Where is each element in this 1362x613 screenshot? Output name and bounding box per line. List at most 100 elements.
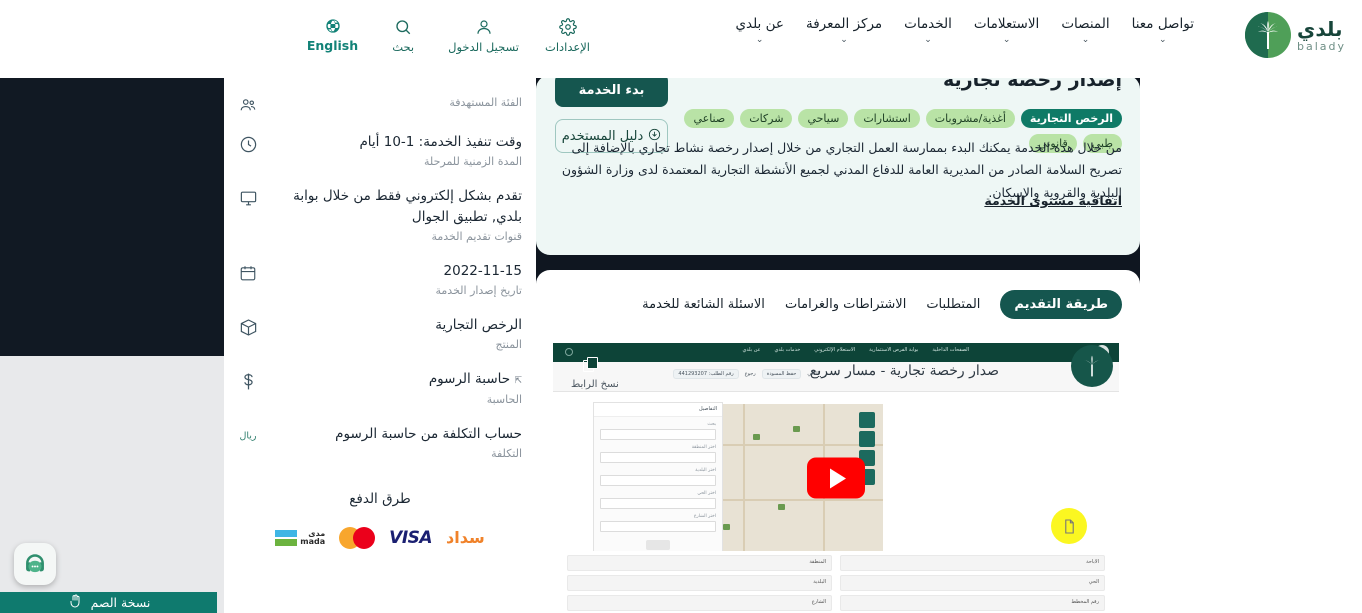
footer-field: رقم المخطط [840,595,1105,611]
field-label: اختر الشارع [693,514,716,519]
riyal-icon: ريال [234,424,262,443]
background-dark-left [0,78,224,356]
nav-item-contact[interactable]: تواصل معنا ⌄ [1132,16,1194,45]
service-summary-card: إصدار رخصة تجارية بدء الخدمة دليل المستخ… [536,75,1140,255]
settings-label: الإعدادات [545,40,590,54]
nav-item-platforms[interactable]: المنصات ⌄ [1061,16,1109,45]
sidebar-row-issue-date: 2022-11-15 تاريخ إصدار الخدمة [224,252,536,306]
deaf-version-label: نسخة الصم [90,595,151,610]
video-screenshot-topbar: الصفحات الداخلية بوابة الفرص الاستثمارية… [553,343,1119,362]
start-service-button[interactable]: بدء الخدمة [555,75,668,107]
headset-icon [26,554,44,573]
sla-agreement-link[interactable]: اتفاقية مستوى الخدمة [984,193,1122,208]
monitor-icon [234,186,262,208]
sign-language-icon [67,593,83,613]
play-video-button[interactable] [807,457,865,499]
balady-logo[interactable]: بلدي balady [1244,12,1346,58]
payment-methods-list: سداد VISA مدى mada [224,526,536,549]
mastercard-red-circle [353,526,376,549]
sidebar-value: حساب التكلفة من حاسبة الرسوم [335,425,522,442]
visa-logo-icon: VISA [389,527,432,549]
login-button[interactable]: تسجيل الدخول [448,18,519,54]
sidebar-value: الرخص التجارية [435,317,522,333]
sidebar-text: وقت تنفيذ الخدمة: 1-10 أيام المدة الزمني… [272,132,522,168]
palm-tree-logo-icon [1244,12,1291,58]
video-title: صدار رخصة تجارية - مسار سريع [809,363,999,379]
nav-item-about[interactable]: عن بلدي ⌄ [735,16,784,45]
globe-icon [325,18,341,34]
video-save-draft-label: حفظ المسودة [761,369,802,379]
sidebar-label: المنتج [495,338,522,352]
tag-consulting[interactable]: استشارات [854,109,920,128]
sidebar-value: وقت تنفيذ الخدمة: 1-10 أيام [359,134,522,150]
chevron-down-icon: ⌄ [840,35,848,45]
sidebar-value: حاسبة الرسوم [428,371,511,388]
calendar-icon [234,261,262,282]
chevron-down-icon: ⌄ [1002,35,1011,45]
visa-text: VISA [389,527,433,548]
mada-text-en: mada [300,536,326,546]
sidebar-row-calculator[interactable]: ⇱ حاسبة الرسوم الحاسبة [224,360,536,414]
mastercard-circles [339,526,376,549]
region-select [600,452,716,463]
sidebar-label: الفئة المستهدفة [449,96,522,109]
tab-conditions-fines[interactable]: الاشتراطات والغرامات [785,297,906,312]
nav-item-services[interactable]: الخدمات ⌄ [904,16,952,45]
language-switch-button[interactable]: English [307,18,358,53]
map-pin [723,524,730,530]
sidebar-text: حساب التكلفة من حاسبة الرسوم التكلفة [272,424,522,460]
footer-field: الشارع [567,595,832,611]
video-nav-item: الاستعلام الإلكتروني [814,347,856,353]
sidebar-row-duration: وقت تنفيذ الخدمة: 1-10 أيام المدة الزمني… [224,123,536,177]
accessibility-assistant-button[interactable] [14,543,56,585]
login-label: تسجيل الدخول [448,40,519,54]
map-road [743,404,745,564]
video-gear-icon [565,348,573,356]
tutorial-video-thumbnail[interactable]: الصفحات الداخلية بوابة الفرص الاستثمارية… [553,343,1119,613]
video-wizard-toolbar: التالي حفظ المسودة رجوع رقم الطلب: 44129… [673,369,819,379]
user-icon [475,18,493,36]
search-label: بحث [392,40,415,54]
nav-item-inquiries[interactable]: الاستعلامات ⌄ [974,16,1039,45]
nav-item-knowledge-center[interactable]: مركز المعرفة ⌄ [806,16,882,45]
footer-field: الاباحة [840,555,1105,571]
tag-companies[interactable]: شركات [740,109,793,128]
nav-label: مركز المعرفة [805,16,883,32]
document-badge[interactable] [1051,508,1087,544]
tag-industrial[interactable]: صناعي [684,109,735,128]
tab-faq[interactable]: الاسئلة الشائعة للخدمة [642,297,765,312]
mada-text: مدى mada [300,529,326,546]
chevron-down-icon: ⌄ [924,35,932,45]
right-gutter-bg [1140,78,1362,613]
map-zoom-in-icon [859,412,875,428]
sidebar-label: الحاسبة [486,392,522,406]
tag-tourism[interactable]: سياحي [798,109,849,128]
field-label: اختر البلدية [695,468,716,473]
video-nav-item: خدمات بلدي [774,347,801,353]
sidebar-label: تاريخ إصدار الخدمة [435,284,523,297]
footer-field: البلدية [567,575,832,591]
video-footer-fields: الاباحة المنطقة الحي البلدية رقم المخطط … [553,551,1119,613]
nav-label: الاستعلامات [973,16,1040,32]
map-zoom-out-icon [859,431,875,447]
field-label: اختر الحي [697,491,716,496]
video-topbar-nav: الصفحات الداخلية بوابة الفرص الاستثمارية… [743,347,969,353]
tab-requirements[interactable]: المتطلبات [926,297,980,312]
settings-button[interactable]: الإعدادات [545,18,590,54]
sadad-text: سداد [446,528,485,548]
nav-label: المنصات [1061,16,1110,32]
tag-food-beverage[interactable]: أغذية/مشروبات [925,109,1015,128]
tab-submission-method[interactable]: طريقة التقديم [1000,290,1122,319]
copy-link-icon[interactable] [583,357,599,373]
people-icon [234,93,262,114]
video-nav-item: بوابة الفرص الاستثمارية [869,347,919,353]
badge-palm-icon [1083,355,1101,377]
sidebar-label: قنوات تقديم الخدمة [431,229,522,243]
logo-text-ar: بلدي [1296,16,1343,41]
deaf-version-button[interactable]: نسخة الصم [0,592,217,613]
svg-text:ريال: ريال [239,430,256,441]
search-button[interactable]: بحث [384,18,422,54]
mada-logo-icon: مدى mada [275,527,325,549]
tag-commercial-licenses[interactable]: الرخص التجارية [1020,109,1122,128]
copy-link-tooltip: نسخ الرابط [571,379,619,390]
